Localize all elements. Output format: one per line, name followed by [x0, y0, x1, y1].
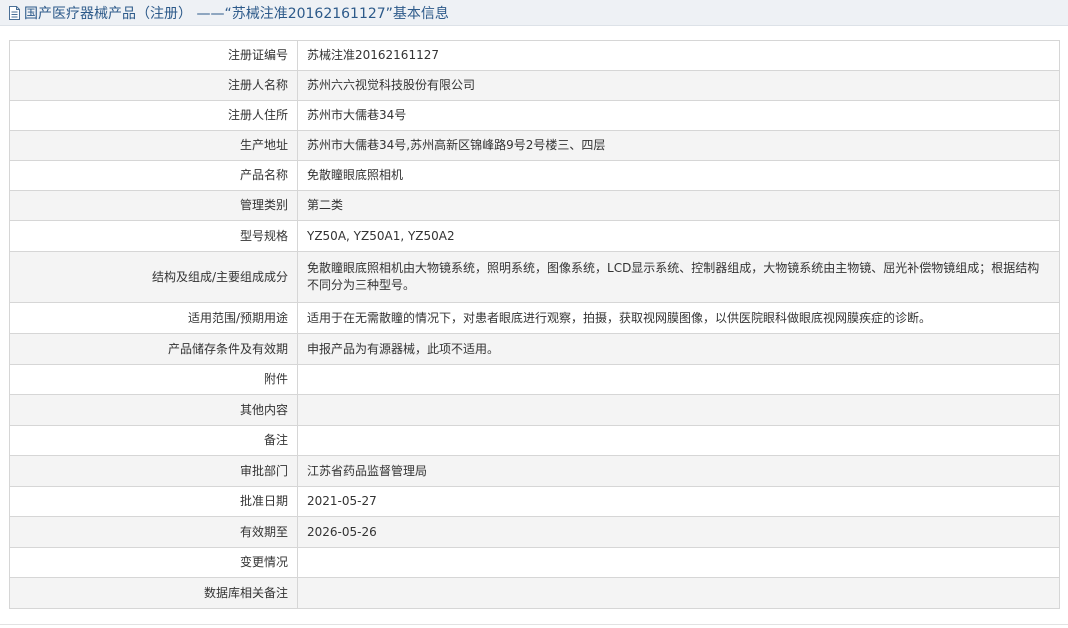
row-value: 苏州六六视觉科技股份有限公司 [297, 70, 1060, 101]
table-row-management-category: 管理类别 第二类 [9, 190, 1060, 221]
row-value: 苏州市大儒巷34号 [297, 100, 1060, 131]
row-label: 适用范围/预期用途 [9, 302, 298, 334]
row-value: 2021-05-27 [297, 486, 1060, 517]
table-row-registrant-address: 注册人住所 苏州市大儒巷34号 [9, 100, 1060, 131]
row-value: 适用于在无需散瞳的情况下，对患者眼底进行观察，拍摄，获取视网膜图像，以供医院眼科… [297, 302, 1060, 334]
row-label: 产品储存条件及有效期 [9, 333, 298, 365]
row-value [297, 577, 1060, 609]
row-label: 注册证编号 [9, 40, 298, 71]
row-value: 免散瞳眼底照相机由大物镜系统，照明系统，图像系统，LCD显示系统、控制器组成，大… [297, 251, 1060, 303]
bottom-divider [0, 624, 1068, 625]
table-row-registrant-name: 注册人名称 苏州六六视觉科技股份有限公司 [9, 70, 1060, 101]
table-row-change-info: 变更情况 [9, 547, 1060, 578]
row-label: 型号规格 [9, 220, 298, 252]
table-row-reg-no: 注册证编号 苏械注准20162161127 [9, 40, 1060, 71]
row-label: 管理类别 [9, 190, 298, 221]
document-icon [8, 5, 21, 20]
page-title-bar: 国产医疗器械产品（注册） ——“苏械注准20162161127”基本信息 [0, 0, 1068, 26]
table-row-approval-date: 批准日期 2021-05-27 [9, 486, 1060, 517]
row-label: 备注 [9, 425, 298, 456]
row-value: YZ50A, YZ50A1, YZ50A2 [297, 220, 1060, 252]
row-label: 批准日期 [9, 486, 298, 517]
row-value: 苏械注准20162161127 [297, 40, 1060, 71]
table-row-db-remarks: 数据库相关备注 [9, 577, 1060, 609]
table-row-storage: 产品储存条件及有效期 申报产品为有源器械，此项不适用。 [9, 333, 1060, 365]
row-value: 第二类 [297, 190, 1060, 221]
row-value [297, 425, 1060, 456]
table-row-attachment: 附件 [9, 364, 1060, 395]
table-row-structure: 结构及组成/主要组成成分 免散瞳眼底照相机由大物镜系统，照明系统，图像系统，LC… [9, 251, 1060, 303]
table-row-valid-until: 有效期至 2026-05-26 [9, 516, 1060, 548]
row-label: 审批部门 [9, 455, 298, 487]
row-value [297, 547, 1060, 578]
row-value [297, 364, 1060, 395]
table-row-other: 其他内容 [9, 394, 1060, 426]
row-label: 生产地址 [9, 130, 298, 161]
table-row-approval-dept: 审批部门 江苏省药品监督管理局 [9, 455, 1060, 487]
row-label: 数据库相关备注 [9, 577, 298, 609]
row-label: 变更情况 [9, 547, 298, 578]
row-label: 产品名称 [9, 160, 298, 191]
row-label: 其他内容 [9, 394, 298, 426]
row-label: 有效期至 [9, 516, 298, 548]
row-value: 申报产品为有源器械，此项不适用。 [297, 333, 1060, 365]
row-value [297, 394, 1060, 426]
table-row-production-address: 生产地址 苏州市大儒巷34号,苏州高新区锦峰路9号2号楼三、四层 [9, 130, 1060, 161]
table-row-model-spec: 型号规格 YZ50A, YZ50A1, YZ50A2 [9, 220, 1060, 252]
row-label: 注册人住所 [9, 100, 298, 131]
page-title: 国产医疗器械产品（注册） ——“苏械注准20162161127”基本信息 [24, 5, 449, 22]
row-value: 免散瞳眼底照相机 [297, 160, 1060, 191]
table-row-remarks: 备注 [9, 425, 1060, 456]
product-info-table: 注册证编号 苏械注准20162161127 注册人名称 苏州六六视觉科技股份有限… [9, 40, 1060, 609]
row-value: 苏州市大儒巷34号,苏州高新区锦峰路9号2号楼三、四层 [297, 130, 1060, 161]
row-label: 注册人名称 [9, 70, 298, 101]
table-row-intended-use: 适用范围/预期用途 适用于在无需散瞳的情况下，对患者眼底进行观察，拍摄，获取视网… [9, 302, 1060, 334]
row-value: 江苏省药品监督管理局 [297, 455, 1060, 487]
row-label: 结构及组成/主要组成成分 [9, 251, 298, 303]
row-value: 2026-05-26 [297, 516, 1060, 548]
row-label: 附件 [9, 364, 298, 395]
table-row-product-name: 产品名称 免散瞳眼底照相机 [9, 160, 1060, 191]
